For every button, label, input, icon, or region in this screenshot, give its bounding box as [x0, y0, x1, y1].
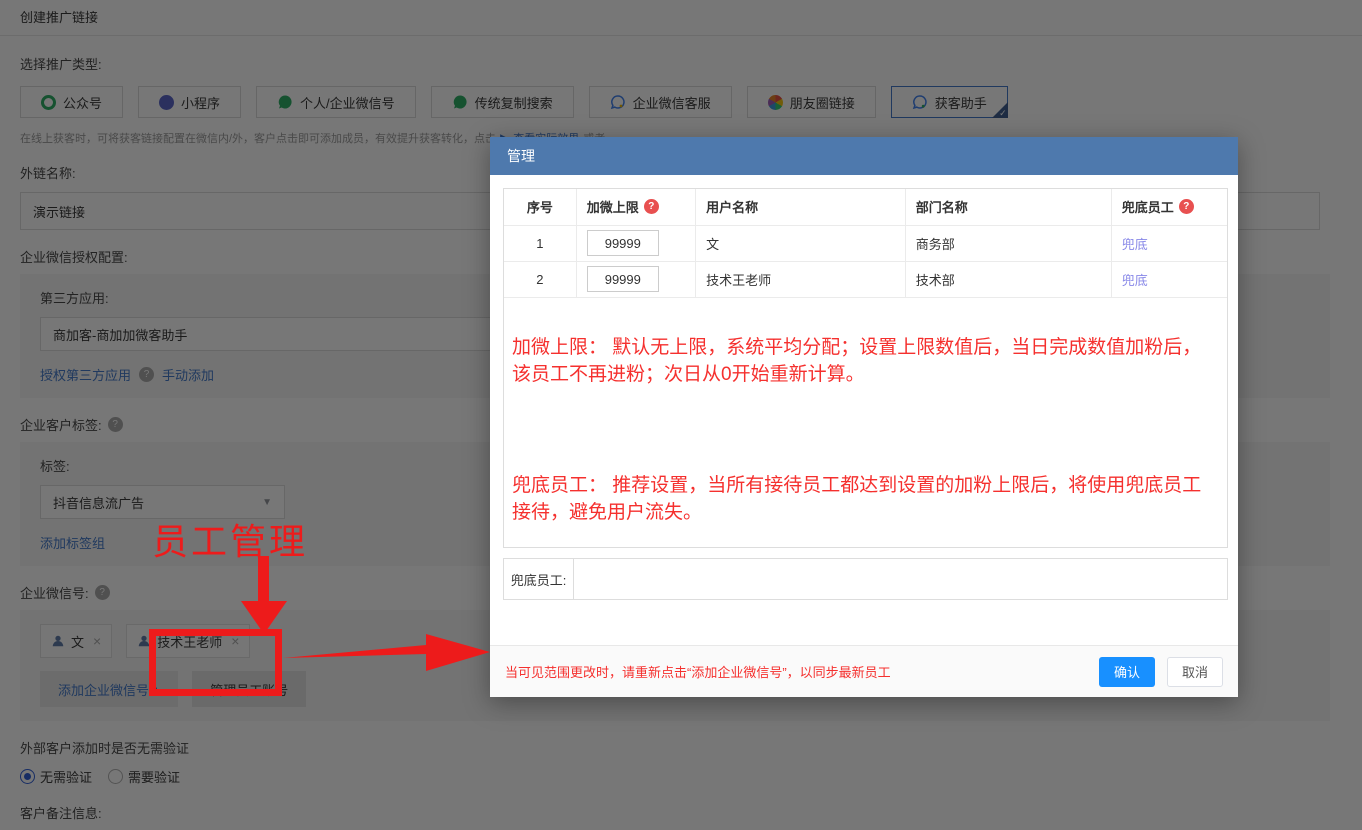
help-icon[interactable]: ?: [644, 199, 659, 214]
table-row: 1 文 商务部 兜底: [504, 225, 1227, 261]
table-row: 2 技术王老师 技术部 兜底: [504, 261, 1227, 297]
col-fallback: 兜底员工 ?: [1111, 189, 1227, 225]
fallback-staff-field: 兜底员工:: [503, 558, 1228, 600]
annotation-highlight-rectangle: [149, 629, 282, 696]
cell-user: 文: [696, 225, 906, 261]
annotation-staff-management-label: 员工管理: [152, 513, 308, 565]
help-icon[interactable]: ?: [1179, 199, 1194, 214]
cell-dept: 商务部: [905, 225, 1111, 261]
limit-input[interactable]: [587, 230, 659, 256]
cancel-button[interactable]: 取消: [1167, 657, 1223, 687]
footer-warning: 当可见范围更改时，请重新点击“添加企业微信号”，以同步最新员工: [505, 662, 1099, 681]
cell-seq: 2: [504, 261, 576, 297]
cell-seq: 1: [504, 225, 576, 261]
annotation-down-arrow-shaft: [258, 556, 269, 603]
col-user: 用户名称: [696, 189, 906, 225]
modal-title: 管理: [490, 137, 1238, 175]
fallback-note: 兜底员工： 推荐设置，当所有接待员工都达到设置的加粉上限后，将使用兜底员工接待，…: [504, 472, 1227, 526]
col-seq: 序号: [504, 189, 576, 225]
limit-note: 加微上限： 默认无上限，系统平均分配；设置上限数值后，当日完成数值加粉后，该员工…: [504, 334, 1227, 388]
annotation-right-arrow-icon: [283, 630, 490, 675]
fallback-field-label: 兜底员工:: [504, 559, 574, 599]
table-header-row: 序号 加微上限 ? 用户名称 部门名称 兜底员工 ?: [504, 189, 1227, 225]
staff-table-box: 序号 加微上限 ? 用户名称 部门名称 兜底员工 ?: [503, 188, 1228, 548]
limit-input[interactable]: [587, 266, 659, 292]
confirm-button[interactable]: 确认: [1099, 657, 1155, 687]
modal-footer: 当可见范围更改时，请重新点击“添加企业微信号”，以同步最新员工 确认 取消: [490, 645, 1238, 697]
fallback-action-link[interactable]: 兜底: [1122, 273, 1148, 288]
col-dept: 部门名称: [905, 189, 1111, 225]
col-fallback-label: 兜底员工: [1122, 197, 1174, 216]
col-limit: 加微上限 ?: [576, 189, 695, 225]
cell-user: 技术王老师: [696, 261, 906, 297]
fallback-action-link[interactable]: 兜底: [1122, 237, 1148, 252]
staff-table: 序号 加微上限 ? 用户名称 部门名称 兜底员工 ?: [504, 189, 1227, 298]
col-limit-label: 加微上限: [587, 197, 639, 216]
cell-dept: 技术部: [905, 261, 1111, 297]
fallback-field-value[interactable]: [574, 559, 1227, 599]
modal-body: 序号 加微上限 ? 用户名称 部门名称 兜底员工 ?: [490, 175, 1238, 600]
manage-modal: 管理 序号 加微上限 ? 用户名称 部门名称: [490, 137, 1238, 697]
